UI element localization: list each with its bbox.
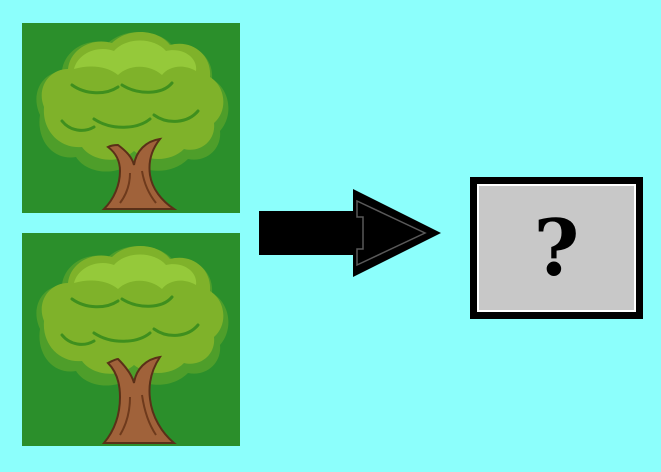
tree-icon [22,233,240,446]
answer-panel: ? [477,184,636,312]
tree-icon [22,23,240,213]
tree-tile [22,23,240,213]
answer-box: ? [470,177,643,319]
right-arrow-icon [257,187,443,279]
puzzle-canvas: ? [0,0,661,472]
question-mark: ? [533,203,580,294]
tree-tile [22,233,240,446]
